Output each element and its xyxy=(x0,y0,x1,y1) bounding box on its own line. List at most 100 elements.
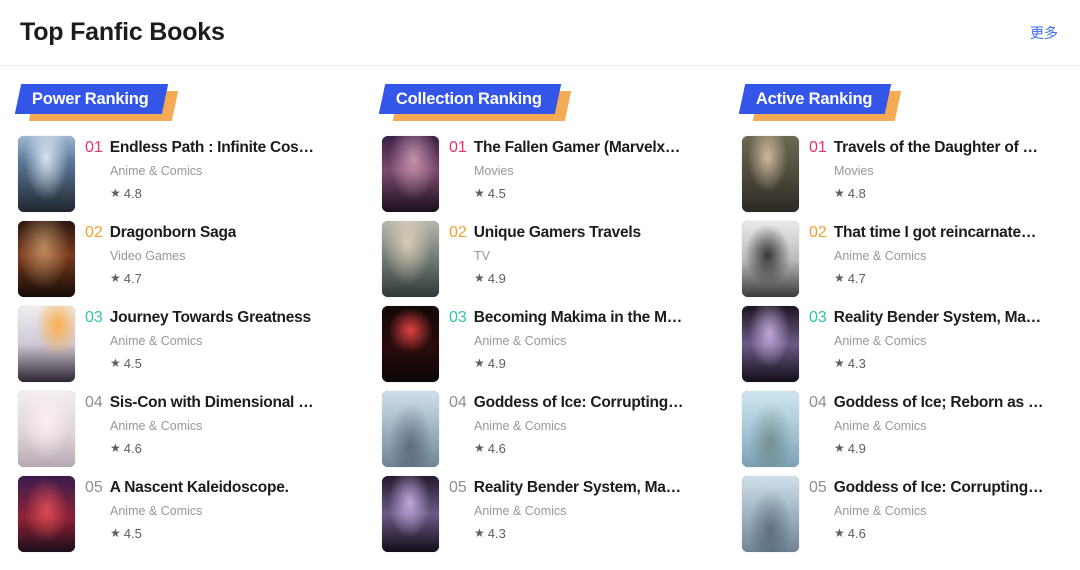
book-cover-thumbnail[interactable] xyxy=(742,476,799,552)
book-rating: ★ 4.3 xyxy=(834,357,1074,370)
star-icon: ★ xyxy=(110,441,121,456)
cover-art xyxy=(382,476,439,552)
book-category: Anime & Comics xyxy=(110,334,203,349)
title-line: 04 Goddess of Ice; Reborn as … xyxy=(809,393,1074,412)
rating-value: 4.5 xyxy=(123,355,142,371)
list-item-body: 04 Sis-Con with Dimensional … Anime & Comi… xyxy=(75,391,354,455)
book-title[interactable]: Reality Bender System, Ma… xyxy=(474,478,681,497)
book-title[interactable]: Becoming Makima in the M… xyxy=(474,308,682,327)
rank-number: 03 xyxy=(85,309,103,326)
star-icon: ★ xyxy=(110,526,121,541)
cover-art xyxy=(382,306,439,382)
rank-number: 03 xyxy=(809,309,827,326)
book-category: Movies xyxy=(834,164,874,179)
list-item[interactable]: 01 Endless Path : Infinite Cos… Anime & Co… xyxy=(18,136,354,221)
title-line: 03 Reality Bender System, Ma… xyxy=(809,308,1074,327)
more-link[interactable]: 更多 xyxy=(1030,23,1058,43)
rating-value: 4.9 xyxy=(847,440,866,456)
book-cover-thumbnail[interactable] xyxy=(742,306,799,382)
book-title[interactable]: Journey Towards Greatness xyxy=(110,308,311,327)
title-line: 05 Goddess of Ice: Corrupting… xyxy=(809,478,1074,497)
book-cover-thumbnail[interactable] xyxy=(382,221,439,297)
book-rating: ★ 4.7 xyxy=(834,272,1074,285)
book-title[interactable]: The Fallen Gamer (Marvelx… xyxy=(474,138,680,157)
list-item[interactable]: 03 Reality Bender System, Ma… Anime & Comi… xyxy=(742,306,1074,391)
book-cover-thumbnail[interactable] xyxy=(742,221,799,297)
list-item[interactable]: 05 Reality Bender System, Ma… Anime & Comi… xyxy=(382,476,714,561)
book-title[interactable]: Dragonborn Saga xyxy=(110,223,236,242)
rating-value: 4.6 xyxy=(123,440,142,456)
list-item-body: 03 Becoming Makima in the M… Anime & Comic… xyxy=(439,306,714,370)
list-item[interactable]: 02 Unique Gamers Travels TV ★ 4.9 xyxy=(382,221,714,306)
book-category: Anime & Comics xyxy=(834,504,927,519)
list-item[interactable]: 04 Goddess of Ice; Reborn as … Anime & Com… xyxy=(742,391,1074,476)
book-title[interactable]: Reality Bender System, Ma… xyxy=(834,308,1041,327)
book-title[interactable]: That time I got reincarnate… xyxy=(834,223,1036,242)
rank-number: 02 xyxy=(85,224,103,241)
tab-active-ranking[interactable]: Active Ranking xyxy=(738,80,902,128)
book-title[interactable]: Travels of the Daughter of … xyxy=(834,138,1038,157)
book-title[interactable]: Endless Path : Infinite Cos… xyxy=(110,138,314,157)
list-item[interactable]: 04 Goddess of Ice: Corrupting… Anime & Com… xyxy=(382,391,714,476)
list-item[interactable]: 05 Goddess of Ice: Corrupting… Anime & Com… xyxy=(742,476,1074,561)
list-item-body: 05 Reality Bender System, Ma… Anime & Comi… xyxy=(439,476,714,540)
book-cover-thumbnail[interactable] xyxy=(742,136,799,212)
book-rating: ★ 4.3 xyxy=(474,527,714,540)
rank-number: 04 xyxy=(85,394,103,411)
book-cover-thumbnail[interactable] xyxy=(382,476,439,552)
cover-art xyxy=(742,306,799,382)
ranking-column: Active Ranking 01 Travels of the Daughter … xyxy=(720,66,1080,561)
book-cover-thumbnail[interactable] xyxy=(742,391,799,467)
list-item[interactable]: 03 Becoming Makima in the M… Anime & Comic… xyxy=(382,306,714,391)
book-category: Movies xyxy=(474,164,514,179)
tab-collection-ranking[interactable]: Collection Ranking xyxy=(378,80,572,128)
list-item-body: 03 Journey Towards Greatness Anime & Comic… xyxy=(75,306,354,370)
list-item[interactable]: 01 The Fallen Gamer (Marvelx… Movies ★ 4.5 xyxy=(382,136,714,221)
title-line: 05 A Nascent Kaleidoscope. xyxy=(85,478,354,497)
list-item[interactable]: 04 Sis-Con with Dimensional … Anime & Comi… xyxy=(18,391,354,476)
list-item[interactable]: 02 Dragonborn Saga Video Games ★ 4.7 xyxy=(18,221,354,306)
book-title[interactable]: Goddess of Ice: Corrupting… xyxy=(474,393,683,412)
cover-art xyxy=(742,221,799,297)
book-cover-thumbnail[interactable] xyxy=(18,221,75,297)
list-item[interactable]: 03 Journey Towards Greatness Anime & Comic… xyxy=(18,306,354,391)
book-cover-thumbnail[interactable] xyxy=(18,476,75,552)
book-title[interactable]: Unique Gamers Travels xyxy=(474,223,641,242)
title-line: 01 Travels of the Daughter of … xyxy=(809,138,1074,157)
rank-number: 05 xyxy=(449,479,467,496)
book-cover-thumbnail[interactable] xyxy=(18,391,75,467)
badge-shape: Collection Ranking xyxy=(378,84,562,114)
rank-list: 01 Endless Path : Infinite Cos… Anime & Co… xyxy=(18,136,354,561)
cover-art xyxy=(742,476,799,552)
star-icon: ★ xyxy=(110,271,121,286)
rating-value: 4.6 xyxy=(847,525,866,541)
book-cover-thumbnail[interactable] xyxy=(18,306,75,382)
star-icon: ★ xyxy=(834,441,845,456)
list-item[interactable]: 05 A Nascent Kaleidoscope. Anime & Comics ★… xyxy=(18,476,354,561)
book-cover-thumbnail[interactable] xyxy=(382,391,439,467)
star-icon: ★ xyxy=(474,186,485,201)
book-category: Anime & Comics xyxy=(474,419,567,434)
rank-number: 04 xyxy=(809,394,827,411)
list-item[interactable]: 01 Travels of the Daughter of … Movies ★ 4.8 xyxy=(742,136,1074,221)
book-title[interactable]: Goddess of Ice; Reborn as … xyxy=(834,393,1043,412)
book-title[interactable]: A Nascent Kaleidoscope. xyxy=(110,478,289,497)
list-item-body: 01 Travels of the Daughter of … Movies ★ 4.8 xyxy=(799,136,1074,200)
star-icon: ★ xyxy=(834,356,845,371)
book-title[interactable]: Sis-Con with Dimensional … xyxy=(110,393,314,412)
tab-label: Collection Ranking xyxy=(396,89,542,108)
ranking-columns: Power Ranking 01 Endless Path : Infinite C… xyxy=(0,66,1080,561)
list-item[interactable]: 02 That time I got reincarnate… Anime & Co… xyxy=(742,221,1074,306)
book-cover-thumbnail[interactable] xyxy=(382,306,439,382)
title-line: 03 Becoming Makima in the M… xyxy=(449,308,714,327)
title-line: 01 Endless Path : Infinite Cos… xyxy=(85,138,354,157)
tab-power-ranking[interactable]: Power Ranking xyxy=(14,80,179,128)
book-category: Anime & Comics xyxy=(110,504,203,519)
ranking-column: Power Ranking 01 Endless Path : Infinite C… xyxy=(0,66,360,561)
cover-art xyxy=(18,476,75,552)
tab-label: Power Ranking xyxy=(32,89,149,108)
book-cover-thumbnail[interactable] xyxy=(18,136,75,212)
book-cover-thumbnail[interactable] xyxy=(382,136,439,212)
rank-number: 05 xyxy=(85,479,103,496)
book-title[interactable]: Goddess of Ice: Corrupting… xyxy=(834,478,1043,497)
